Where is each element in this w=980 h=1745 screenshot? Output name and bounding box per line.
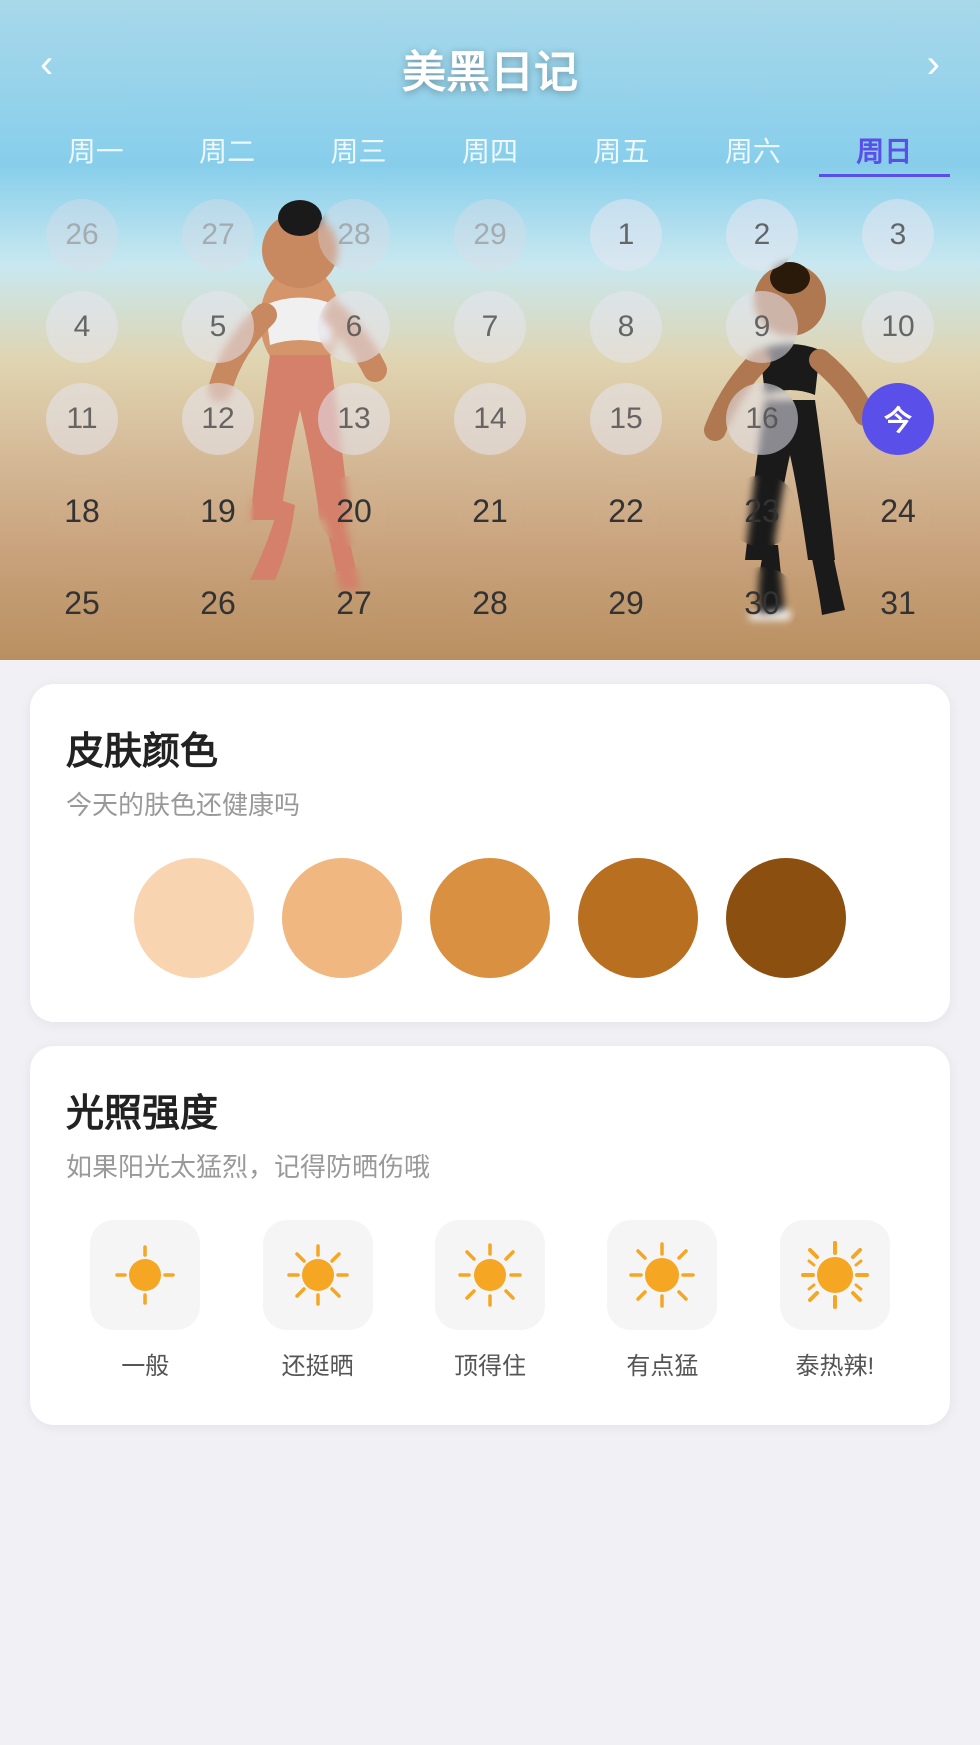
- day-cell[interactable]: 21: [422, 467, 558, 555]
- weekday-wed[interactable]: 周三: [293, 130, 424, 177]
- sun-icon-container-2: [263, 1220, 373, 1330]
- day-cell[interactable]: 9: [694, 283, 830, 371]
- sun-icon-3: [456, 1241, 524, 1309]
- weekday-thu[interactable]: 周四: [424, 130, 555, 177]
- sun-level-5[interactable]: 泰热辣!: [756, 1220, 914, 1381]
- day-cell[interactable]: 28: [286, 191, 422, 279]
- day-cell[interactable]: 30: [694, 559, 830, 647]
- day-cell[interactable]: 3: [830, 191, 966, 279]
- day-cell[interactable]: 22: [558, 467, 694, 555]
- day-cell[interactable]: 16: [694, 375, 830, 463]
- day-cell[interactable]: 31: [830, 559, 966, 647]
- hero-section: 美黑日记 ‹ › 周一 周二 周三 周四 周五 周六 周日 26 27 28 2…: [0, 0, 980, 660]
- day-cell[interactable]: 29: [558, 559, 694, 647]
- sun-icon-container-3: [435, 1220, 545, 1330]
- day-cell[interactable]: 24: [830, 467, 966, 555]
- day-cell[interactable]: 4: [14, 283, 150, 371]
- weekday-row: 周一 周二 周三 周四 周五 周六 周日: [0, 130, 980, 177]
- day-cell[interactable]: 27: [286, 559, 422, 647]
- day-cell[interactable]: 13: [286, 375, 422, 463]
- sun-label-1: 一般: [121, 1346, 169, 1381]
- skin-circle-3[interactable]: [430, 858, 550, 978]
- skin-circle-2[interactable]: [282, 858, 402, 978]
- sun-icon-container-1: [90, 1220, 200, 1330]
- weekday-fri[interactable]: 周五: [556, 130, 687, 177]
- below-fold: 皮肤颜色 今天的肤色还健康吗 光照强度 如果阳光太猛烈，记得防晒伤哦: [0, 684, 980, 1489]
- sun-level-4[interactable]: 有点猛: [583, 1220, 741, 1381]
- sun-icon-container-4: [607, 1220, 717, 1330]
- day-cell[interactable]: 18: [14, 467, 150, 555]
- weekday-sun[interactable]: 周日: [819, 130, 950, 177]
- day-cell[interactable]: 2: [694, 191, 830, 279]
- app-container: 美黑日记 ‹ › 周一 周二 周三 周四 周五 周六 周日 26 27 28 2…: [0, 0, 980, 1745]
- sun-level-2[interactable]: 还挺晒: [238, 1220, 396, 1381]
- sun-icon-4: [628, 1241, 696, 1309]
- sun-level-1[interactable]: 一般: [66, 1220, 224, 1381]
- skin-circle-5[interactable]: [726, 858, 846, 978]
- skin-circle-1[interactable]: [134, 858, 254, 978]
- sun-icon-1: [111, 1241, 179, 1309]
- skin-circles-row: [66, 858, 914, 978]
- days-grid: 26 27 28 29 1 2 3 4 5 6 7 8 9 10 11 12 1…: [0, 191, 980, 647]
- sun-levels-row: 一般: [66, 1220, 914, 1381]
- skin-card-subtitle: 今天的肤色还健康吗: [66, 785, 914, 822]
- sun-label-2: 还挺晒: [282, 1346, 354, 1381]
- weekday-tue[interactable]: 周二: [161, 130, 292, 177]
- day-cell[interactable]: 19: [150, 467, 286, 555]
- weekday-mon[interactable]: 周一: [30, 130, 161, 177]
- light-intensity-card: 光照强度 如果阳光太猛烈，记得防晒伤哦 一般: [30, 1046, 950, 1425]
- day-cell[interactable]: 10: [830, 283, 966, 371]
- next-button[interactable]: ›: [927, 42, 940, 87]
- weekday-sat[interactable]: 周六: [687, 130, 818, 177]
- day-cell[interactable]: 8: [558, 283, 694, 371]
- sun-label-3: 顶得住: [454, 1346, 526, 1381]
- day-cell[interactable]: 28: [422, 559, 558, 647]
- day-cell[interactable]: 23: [694, 467, 830, 555]
- sun-icon-2: [284, 1241, 352, 1309]
- sun-label-4: 有点猛: [626, 1346, 698, 1381]
- day-today[interactable]: 今: [830, 375, 966, 463]
- skin-circle-4[interactable]: [578, 858, 698, 978]
- day-cell[interactable]: 12: [150, 375, 286, 463]
- light-card-title: 光照强度: [66, 1082, 914, 1137]
- day-cell[interactable]: 25: [14, 559, 150, 647]
- sun-level-3[interactable]: 顶得住: [411, 1220, 569, 1381]
- day-cell[interactable]: 14: [422, 375, 558, 463]
- page-title: 美黑日记: [402, 36, 578, 100]
- prev-button[interactable]: ‹: [40, 42, 53, 87]
- day-cell[interactable]: 7: [422, 283, 558, 371]
- day-cell[interactable]: 20: [286, 467, 422, 555]
- day-cell[interactable]: 11: [14, 375, 150, 463]
- day-cell[interactable]: 26: [14, 191, 150, 279]
- sun-label-5: 泰热辣!: [795, 1346, 874, 1381]
- day-cell[interactable]: 6: [286, 283, 422, 371]
- day-cell[interactable]: 15: [558, 375, 694, 463]
- calendar-overlay: 周一 周二 周三 周四 周五 周六 周日 26 27 28 29 1 2 3 4: [0, 130, 980, 660]
- skin-card-title: 皮肤颜色: [66, 720, 914, 775]
- day-cell[interactable]: 27: [150, 191, 286, 279]
- day-cell[interactable]: 1: [558, 191, 694, 279]
- day-cell[interactable]: 29: [422, 191, 558, 279]
- sun-icon-5: [801, 1241, 869, 1309]
- light-card-subtitle: 如果阳光太猛烈，记得防晒伤哦: [66, 1147, 914, 1184]
- sun-icon-container-5: [780, 1220, 890, 1330]
- day-cell[interactable]: 5: [150, 283, 286, 371]
- day-cell[interactable]: 26: [150, 559, 286, 647]
- skin-color-card: 皮肤颜色 今天的肤色还健康吗: [30, 684, 950, 1022]
